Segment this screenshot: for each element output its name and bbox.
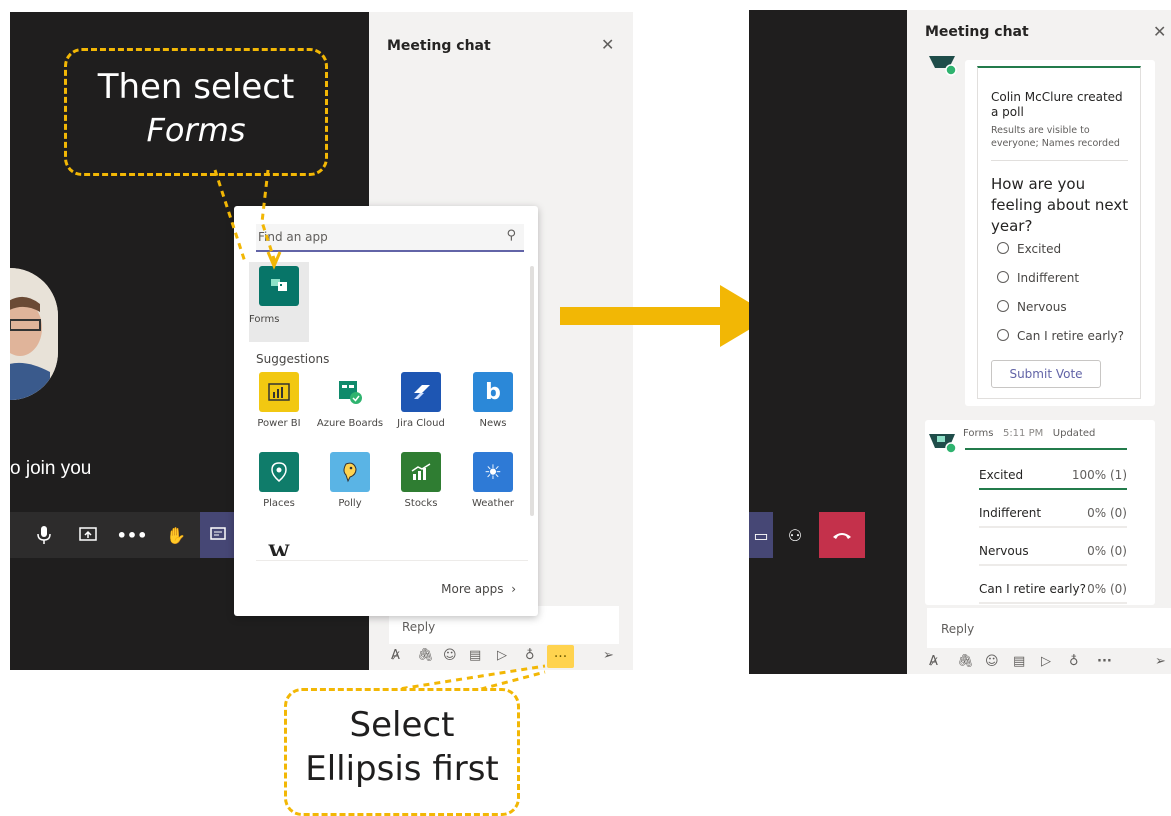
poll-body: Colin McClure created a poll Results are… (977, 66, 1141, 399)
chat-icon: ▭ (753, 525, 769, 545)
emoji-icon[interactable]: ☺ (985, 654, 999, 669)
result-name: Excited (979, 468, 1024, 482)
result-value: 0% (0) (1087, 544, 1127, 558)
result-bar (979, 526, 1127, 528)
result-bar (979, 488, 1127, 490)
compose-toolbar-right: A̷ 🖇 ☺ ▤ ▷ ♁ ··· ➢ (927, 652, 1171, 674)
result-bar (979, 602, 1127, 604)
sticker-icon[interactable]: ▷ (1041, 654, 1051, 669)
participants-button[interactable]: ⚇ (775, 512, 815, 558)
poll-option[interactable]: Indifferent (997, 271, 1079, 285)
result-row: Can I retire early? 0% (0) (979, 576, 1127, 606)
result-row: Nervous 0% (0) (979, 538, 1127, 568)
option-label: Nervous (1017, 300, 1067, 314)
result-value: 0% (0) (1087, 506, 1127, 520)
radio-icon[interactable] (997, 242, 1009, 254)
results-list: Excited 100% (1) Indifferent 0% (0) Nerv… (965, 448, 1127, 607)
poll-creator: Colin McClure created a poll (991, 90, 1123, 119)
radio-icon[interactable] (997, 271, 1009, 283)
submit-vote-button[interactable]: Submit Vote (991, 360, 1101, 388)
hang-up-button[interactable] (819, 512, 865, 558)
forms-bot-avatar-top (927, 52, 957, 76)
callout-line1: Select (349, 705, 455, 745)
forms-bot-avatar (927, 426, 957, 454)
callout-line2: Ellipsis first (305, 749, 499, 789)
radio-icon[interactable] (997, 329, 1009, 341)
radio-icon[interactable] (997, 300, 1009, 312)
result-name: Indifferent (979, 506, 1042, 520)
result-value: 0% (0) (1087, 582, 1127, 596)
results-app-name: Forms (963, 428, 994, 439)
chat-toggle-button[interactable]: ▭ (749, 512, 773, 558)
phone-hangup-icon (833, 533, 851, 539)
reply-box-right[interactable]: Reply (927, 608, 1171, 648)
chat-title: Meeting chat (925, 24, 1029, 40)
results-time: 5:11 PM (1002, 428, 1044, 439)
attach-icon[interactable]: 🖇 (957, 654, 974, 669)
option-label: Excited (1017, 242, 1062, 256)
gif-icon[interactable]: ▤ (1013, 654, 1025, 669)
call-controls-bar-right: ▭ ⚇ (749, 512, 865, 558)
people-icon: ⚇ (787, 525, 803, 545)
poll-card: Colin McClure created a poll Results are… (965, 60, 1155, 406)
poll-visibility: Results are visible to everyone; Names r… (991, 125, 1120, 149)
format-icon[interactable]: A̷ (929, 654, 938, 669)
option-label: Indifferent (1017, 271, 1080, 285)
poll-option[interactable]: Nervous (997, 300, 1067, 314)
instruction-callout-ellipsis: Select Ellipsis first (284, 688, 520, 816)
poll-divider (991, 160, 1128, 161)
result-bar (979, 564, 1127, 566)
arrow-right-icon (560, 285, 772, 347)
poll-option[interactable]: Excited (997, 242, 1061, 256)
praise-icon[interactable]: ♁ (1069, 654, 1079, 669)
poll-option[interactable]: Can I retire early? (997, 329, 1124, 343)
result-name: Nervous (979, 544, 1029, 558)
result-row: Indifferent 0% (0) (979, 500, 1127, 530)
result-bar-fill (979, 488, 1127, 490)
close-icon[interactable]: ✕ (1153, 22, 1166, 41)
poll-results-card: Forms 5:11 PM Updated Excited 100% (1) I… (925, 420, 1155, 605)
result-row: Excited 100% (1) (979, 462, 1127, 492)
ellipsis-icon[interactable]: ··· (1097, 654, 1112, 669)
results-status: Updated (1052, 428, 1096, 439)
results-meta: Forms 5:11 PM Updated (963, 428, 1095, 439)
poll-question: How are you feeling about next year? (991, 175, 1129, 235)
meeting-stage-right (749, 10, 907, 674)
result-value: 100% (1) (1071, 468, 1127, 482)
send-icon[interactable]: ➢ (1155, 654, 1166, 669)
option-label: Can I retire early? (1017, 329, 1124, 343)
result-name: Can I retire early? (979, 582, 1086, 596)
reply-placeholder: Reply (941, 622, 975, 636)
